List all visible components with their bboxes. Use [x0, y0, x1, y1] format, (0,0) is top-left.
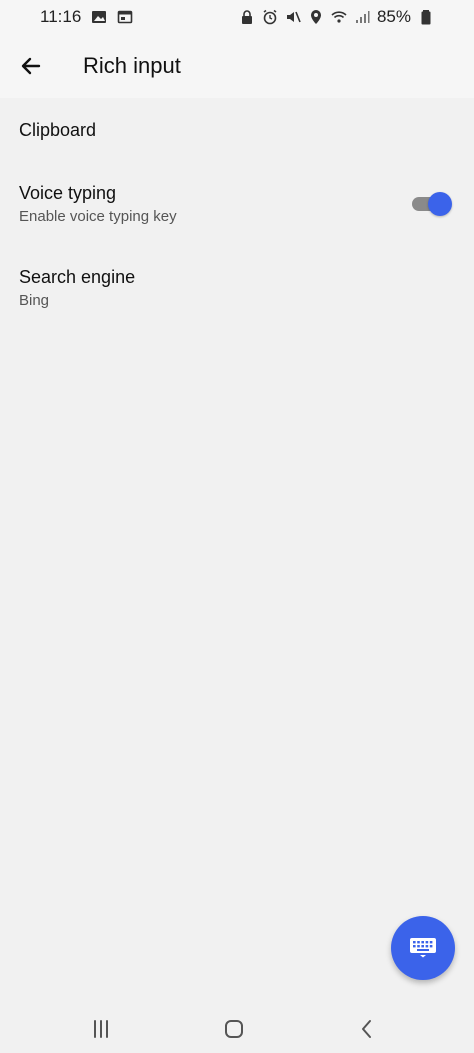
calendar-icon	[117, 9, 133, 25]
alarm-icon	[262, 9, 278, 25]
pref-title: Clipboard	[19, 120, 97, 140]
pref-voice-typing[interactable]: Voice typing Enable voice typing key	[0, 162, 474, 246]
pref-summary: Enable voice typing key	[19, 208, 177, 225]
screen: 11:16 85% Rich input Clipboard Voice typ…	[0, 0, 474, 1053]
arrow-left-icon	[21, 57, 41, 75]
status-bar: 11:16 85%	[0, 0, 474, 34]
back-button[interactable]	[0, 34, 62, 98]
recents-button[interactable]	[86, 1014, 116, 1044]
pref-summary: Bing	[19, 292, 50, 309]
lock-icon	[239, 9, 255, 25]
system-nav-bar	[0, 1003, 474, 1053]
nav-back-button[interactable]	[352, 1014, 382, 1044]
recents-icon	[94, 1020, 108, 1038]
home-button[interactable]	[219, 1014, 249, 1044]
pref-search-engine[interactable]: Search engine Bing	[0, 246, 474, 330]
status-left: 11:16	[40, 7, 133, 27]
battery-icon	[418, 9, 434, 25]
toggle-thumb	[428, 192, 452, 216]
app-bar: Rich input	[0, 34, 474, 98]
image-icon	[91, 9, 107, 25]
pref-title: Voice typing	[19, 183, 117, 203]
preference-list: Clipboard Voice typing Enable voice typi…	[0, 98, 474, 330]
battery-percent: 85%	[376, 7, 411, 26]
signal-icon	[354, 9, 370, 25]
voice-typing-toggle[interactable]	[412, 192, 452, 216]
pref-clipboard[interactable]: Clipboard	[0, 98, 474, 162]
location-icon	[308, 9, 324, 25]
keyboard-icon	[410, 938, 436, 958]
home-icon	[225, 1020, 243, 1038]
status-time: 11:16	[40, 7, 82, 26]
wifi-icon	[331, 9, 347, 25]
keyboard-fab-button[interactable]	[391, 916, 455, 980]
back-icon	[362, 1020, 371, 1038]
pref-title: Search engine	[19, 267, 136, 287]
page-title: Rich input	[83, 53, 181, 78]
mute-icon	[285, 9, 301, 25]
status-right: 85%	[239, 7, 434, 27]
